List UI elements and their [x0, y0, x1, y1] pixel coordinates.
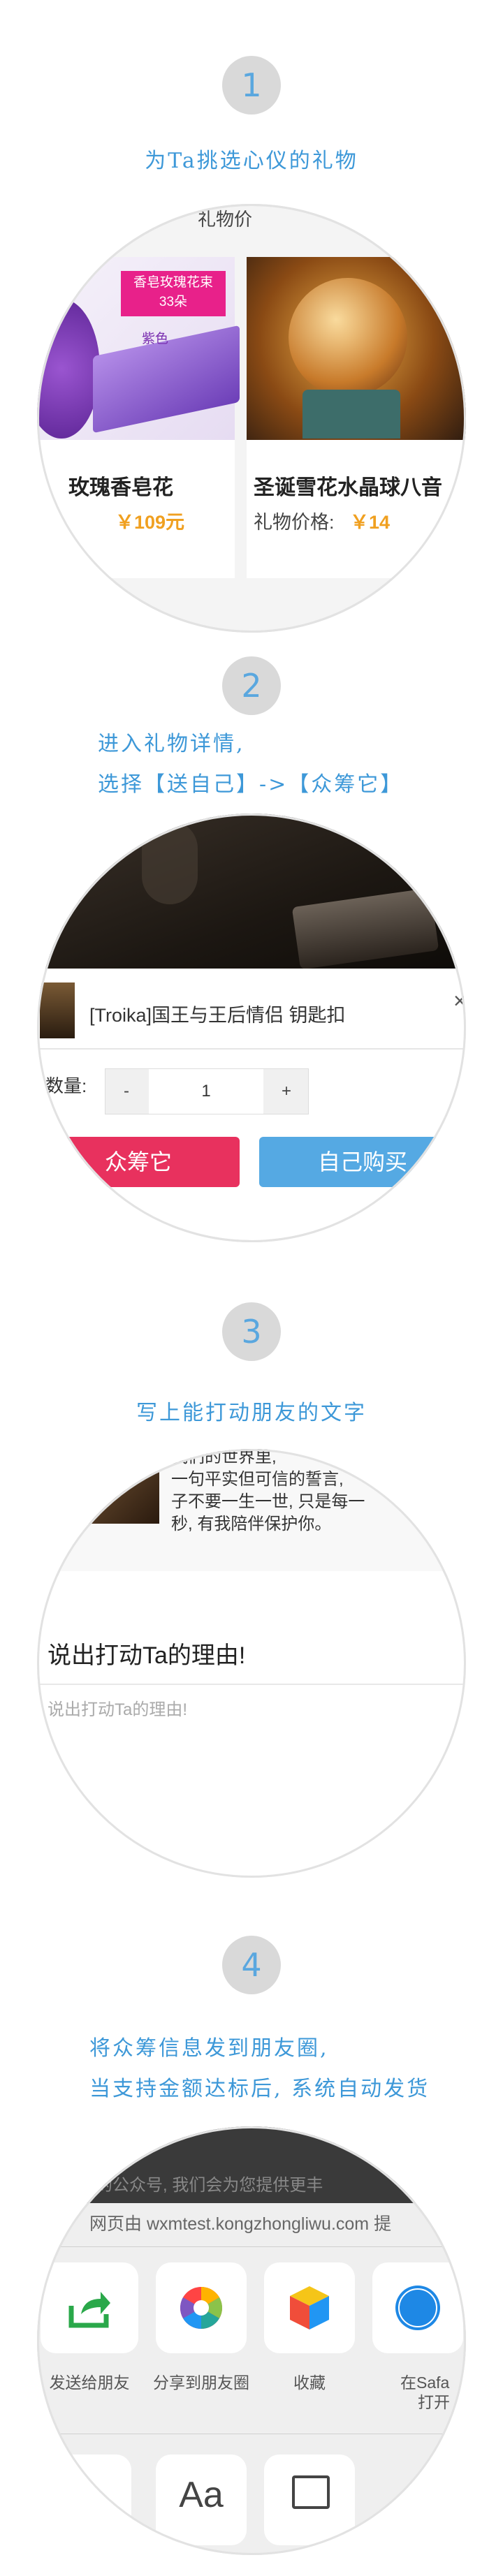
- gift-name-soap-rose: 玫瑰香皂花: [68, 476, 173, 499]
- gift-name-snow-globe: 圣诞雪花水晶球八音: [254, 476, 442, 499]
- gift-price-label: 礼物价格:: [254, 512, 335, 533]
- quantity-stepper[interactable]: - 1 +: [105, 1068, 309, 1114]
- poem-line-0: 我们的世界里,: [171, 1449, 277, 1466]
- share-sheet-source: 网页由 wxmtest.kongzhongliwu.com 提: [89, 2214, 392, 2234]
- step-number-1: 1: [222, 56, 281, 115]
- share-sheet: 网页由 wxmtest.kongzhongliwu.com 提 发送给朋友 分享…: [37, 2203, 466, 2555]
- step-2-screenshot: [Troika]国王与王后情侣 钥匙扣 × 数量: - 1 + 众筹它 自己购买: [37, 814, 466, 1242]
- product-name: [Troika]国王与王后情侣 钥匙扣: [89, 1005, 346, 1026]
- window-icon: [292, 2475, 330, 2509]
- share-to-friend-label: 发送给朋友: [49, 2373, 130, 2392]
- soap-rose-banner: 香皂玫瑰花束 33朵: [121, 271, 226, 316]
- gift-image-snow-globe: [247, 257, 466, 440]
- open-in-safari-label-line-2: 打开: [418, 2393, 450, 2411]
- font-size-button[interactable]: Aa: [156, 2454, 247, 2545]
- buy-for-self-button[interactable]: 自己购买: [259, 1137, 466, 1187]
- moments-icon: [180, 2287, 223, 2329]
- quantity-minus-button[interactable]: -: [105, 1069, 147, 1114]
- share-to-friend-button[interactable]: [41, 2262, 138, 2353]
- product-thumbnail: [40, 982, 75, 1038]
- step-number-4: 4: [222, 1936, 281, 1994]
- crowdfund-button[interactable]: 众筹它: [37, 1137, 240, 1187]
- step-4-caption-line-1: 将众筹信息发到朋友圈,: [89, 2036, 329, 2061]
- extra-action-button-1[interactable]: [41, 2454, 131, 2545]
- gift-card-snow-globe[interactable]: 圣诞雪花水晶球八音 礼物价格: ￥14: [247, 257, 466, 578]
- step-2-caption-line-1: 进入礼物详情,: [98, 732, 245, 756]
- open-in-safari-button[interactable]: [372, 2262, 463, 2353]
- gift-price-soap-rose: ￥109元: [115, 512, 185, 533]
- gift-card-soap-rose[interactable]: 香皂玫瑰花束 33朵 紫色 玫瑰香皂花 ￥109元: [37, 257, 240, 578]
- share-to-moments-button[interactable]: [156, 2262, 247, 2353]
- step-4-screenshot: 们的公众号, 我们会为您提供更丰 网页由 wxmtest.kongzhongli…: [37, 2126, 466, 2555]
- soap-rose-color-tag: 紫色: [142, 332, 169, 346]
- page-background-text: 们的公众号, 我们会为您提供更丰: [79, 2176, 323, 2195]
- step-1-caption: 为Ta挑选心仪的礼物: [145, 149, 358, 173]
- poem-line-2: 子不要一生一世, 只是每一: [171, 1492, 365, 1511]
- extra-action-button-3[interactable]: [264, 2454, 355, 2545]
- reason-title: 说出打动Ta的理由!: [48, 1642, 246, 1669]
- safari-icon: [395, 2286, 440, 2330]
- step-3-caption: 写上能打动朋友的文字: [136, 1401, 367, 1425]
- poem-thumbnail: [86, 1471, 159, 1524]
- poem-text: 我们的世界里, 一句平实但可信的誓言, 子不要一生一世, 只是每一 秒, 有我陪…: [171, 1449, 365, 1536]
- font-size-icon: Aa: [179, 2475, 224, 2515]
- share-arrow-icon: [68, 2292, 110, 2328]
- soap-rose-banner-title: 香皂玫瑰花束: [133, 275, 213, 290]
- quantity-input[interactable]: 1: [149, 1069, 263, 1114]
- step-2-caption-line-2: 选择【送自己】->【众筹它】: [98, 772, 404, 797]
- gift-price-snow-globe: ￥14: [350, 512, 391, 533]
- favorite-label: 收藏: [293, 2373, 326, 2392]
- step-number-2: 2: [222, 656, 281, 715]
- poem-line-1: 一句平实但可信的誓言,: [171, 1470, 344, 1489]
- reason-input[interactable]: 说出打动Ta的理由!: [48, 1695, 187, 1720]
- quantity-plus-button[interactable]: +: [265, 1069, 308, 1114]
- step-3-screenshot: 我们的世界里, 一句平实但可信的誓言, 子不要一生一世, 只是每一 秒, 有我陪…: [37, 1449, 466, 1878]
- soap-rose-banner-sub: 33朵: [159, 295, 188, 309]
- poem-line-3: 秒, 有我陪伴保护你。: [171, 1515, 332, 1533]
- step-4-caption-line-2: 当支持金额达标后, 系统自动发货: [89, 2077, 430, 2101]
- favorite-cube-icon: [290, 2286, 329, 2330]
- price-label-top: 礼物价: [198, 209, 253, 230]
- gift-image-soap-rose: 香皂玫瑰花束 33朵 紫色: [37, 257, 240, 440]
- favorite-button[interactable]: [264, 2262, 355, 2353]
- close-icon[interactable]: ×: [453, 988, 466, 1014]
- step-number-3: 3: [222, 1302, 281, 1361]
- share-to-moments-label: 分享到朋友圈: [153, 2373, 249, 2392]
- step-1-screenshot: 礼物价 香皂玫瑰花束 33朵 紫色 玫瑰香皂花 ￥109元 圣诞雪花水晶球八音 …: [37, 204, 466, 633]
- quantity-label: 数量:: [45, 1075, 87, 1096]
- product-hero-image: [37, 814, 466, 970]
